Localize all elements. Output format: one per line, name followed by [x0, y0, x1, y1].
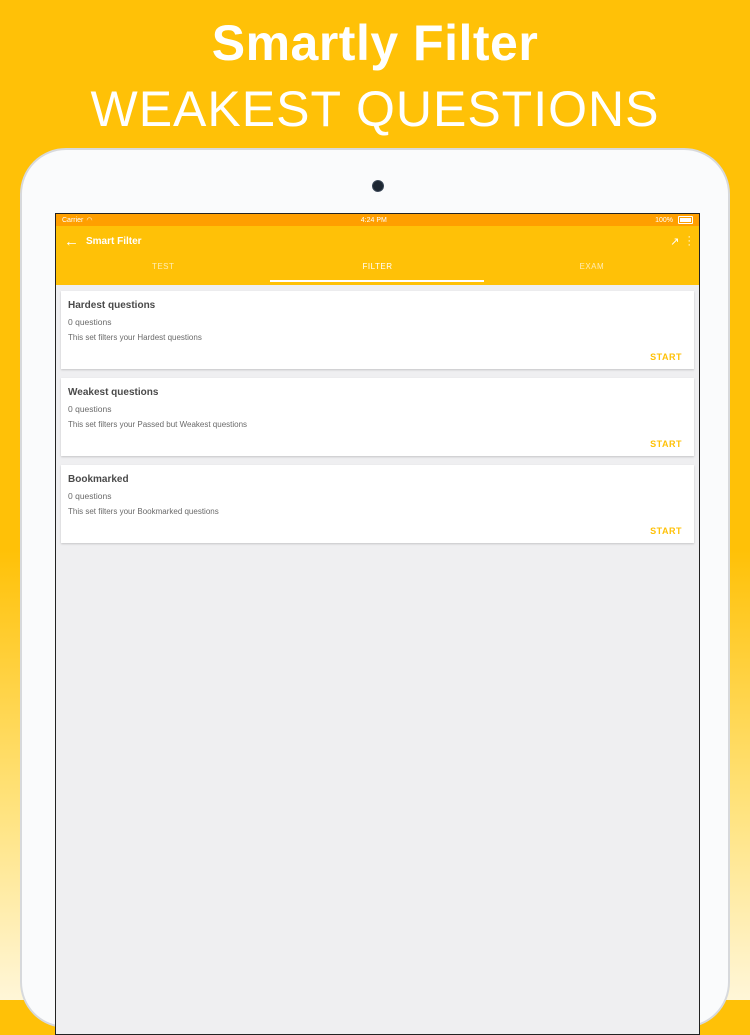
filter-list: Hardest questions 0 questions This set f… [56, 285, 699, 558]
app-screen: Carrier ◠ 4:24 PM 100% ← Smart Filter ↗ … [55, 213, 700, 1035]
card-title: Hardest questions [68, 300, 156, 311]
card-count: 0 questions [68, 317, 112, 327]
banner-headline: Smartly Filter [211, 15, 539, 71]
status-battery: 100% [655, 216, 693, 224]
card-description: This set filters your Hardest questions [68, 333, 202, 342]
card-count: 0 questions [68, 404, 112, 414]
tab-indicator [270, 280, 484, 282]
carrier-label: Carrier [62, 216, 84, 224]
trending-icon[interactable]: ↗ [670, 235, 679, 248]
tablet-frame: Carrier ◠ 4:24 PM 100% ← Smart Filter ↗ … [20, 148, 730, 1035]
card-title: Weakest questions [68, 387, 159, 398]
arrow-back-icon[interactable]: ← [64, 233, 82, 250]
tab-exam[interactable]: EXAM [485, 256, 699, 285]
card-count: 0 questions [68, 491, 112, 501]
camera-dot [372, 180, 384, 192]
banner-subheadline: WEAKEST QUESTIONS [90, 81, 660, 137]
card-description: This set filters your Bookmarked questio… [68, 507, 219, 516]
battery-percent: 100% [655, 216, 673, 224]
status-carrier: Carrier ◠ [62, 216, 93, 225]
start-button-hardest[interactable]: START [650, 352, 682, 362]
page-title: Smart Filter [86, 235, 142, 247]
card-description: This set filters your Passed but Weakest… [68, 420, 248, 429]
card-title: Bookmarked [68, 474, 129, 485]
start-button-weakest[interactable]: START [650, 439, 682, 449]
start-button-bookmarked[interactable]: START [650, 526, 682, 536]
filter-card-hardest[interactable]: Hardest questions 0 questions This set f… [61, 291, 694, 369]
status-time: 4:24 PM [360, 216, 387, 224]
filter-card-weakest[interactable]: Weakest questions 0 questions This set f… [61, 378, 694, 456]
wifi-icon: ◠ [86, 217, 93, 224]
app-bar: ← Smart Filter ↗ · · · TEST FILTER EXAM [56, 226, 699, 285]
tab-test[interactable]: TEST [56, 256, 270, 285]
more-vert-icon[interactable]: · · · [687, 232, 691, 251]
status-bar: Carrier ◠ 4:24 PM 100% [56, 214, 699, 226]
tab-bar: TEST FILTER EXAM [56, 256, 699, 285]
battery-icon [677, 216, 693, 224]
filter-card-bookmarked[interactable]: Bookmarked 0 questions This set filters … [61, 465, 694, 543]
